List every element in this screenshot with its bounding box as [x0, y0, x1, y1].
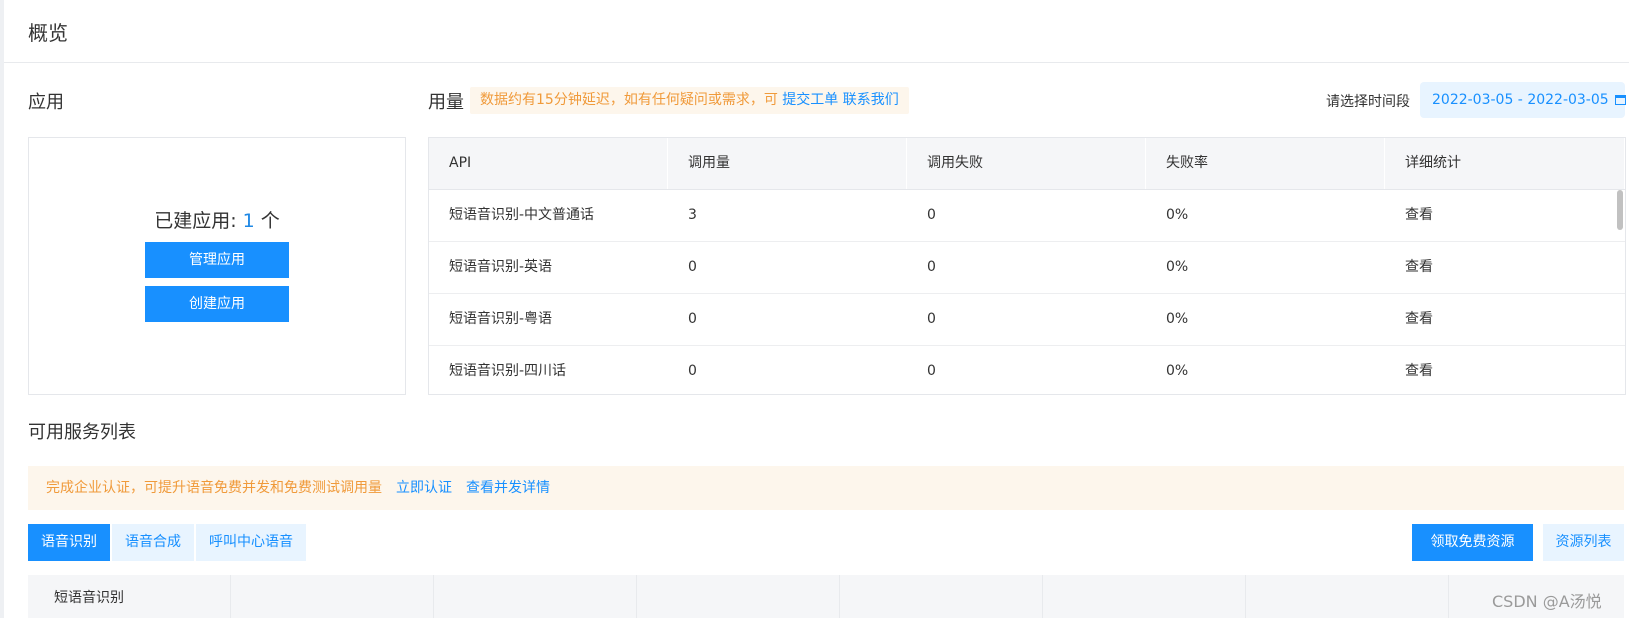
- certification-warning-text: 完成企业认证，可提升语音免费并发和免费测试调用量: [46, 480, 382, 496]
- tab-speech-recognition[interactable]: 语音识别: [28, 524, 110, 561]
- cell-failed: 0: [927, 207, 936, 223]
- col-header-detail: 详细统计: [1385, 138, 1625, 189]
- col-header-api: API: [429, 138, 668, 189]
- cell-api: 短语音识别-中文普通话: [449, 207, 595, 223]
- cell-api: 短语音识别-粤语: [449, 311, 553, 327]
- left-edge: [0, 0, 4, 618]
- cell-failed: 0: [927, 363, 936, 379]
- submit-ticket-link[interactable]: 提交工单: [782, 92, 838, 108]
- service-table-cell: [231, 575, 434, 618]
- date-range-picker[interactable]: 2022-03-05 - 2022-03-05: [1420, 82, 1626, 118]
- cell-fail-rate: 0%: [1166, 259, 1189, 275]
- view-detail-link[interactable]: 查看: [1385, 346, 1625, 394]
- usage-table: API 调用量 调用失败 失败率 详细统计 短语音识别-中文普通话 3 0 0%…: [428, 137, 1626, 395]
- cell-api: 短语音识别-四川话: [449, 363, 567, 379]
- view-detail-link[interactable]: 查看: [1385, 294, 1625, 345]
- tab-speech-synthesis[interactable]: 语音合成: [112, 524, 194, 561]
- app-count-number: 1: [242, 210, 255, 232]
- view-detail-link[interactable]: 查看: [1385, 242, 1625, 293]
- cell-calls: 0: [688, 363, 697, 379]
- get-free-resources-button[interactable]: 领取免费资源: [1412, 524, 1533, 561]
- service-table-cell: 短语音识别: [28, 575, 231, 618]
- table-row: 短语音识别-中文普通话 3 0 0% 查看: [429, 190, 1625, 242]
- certify-now-link[interactable]: 立即认证: [396, 480, 452, 496]
- calendar-icon: [1614, 95, 1626, 105]
- table-row: 短语音识别-四川话 0 0 0% 查看: [429, 346, 1625, 394]
- cell-calls: 0: [688, 311, 697, 327]
- usage-section-title: 用量: [428, 92, 464, 113]
- services-section-title: 可用服务列表: [28, 422, 136, 443]
- table-scrollbar[interactable]: [1617, 190, 1623, 230]
- date-range-label: 请选择时间段: [1326, 94, 1410, 110]
- usage-table-header: API 调用量 调用失败 失败率 详细统计: [429, 138, 1625, 190]
- cell-fail-rate: 0%: [1166, 311, 1189, 327]
- service-table-cell: [1043, 575, 1246, 618]
- cell-calls: 3: [688, 207, 697, 223]
- certification-warning: 完成企业认证，可提升语音免费并发和免费测试调用量 立即认证 查看并发详情: [28, 466, 1624, 510]
- table-row: 短语音识别-粤语 0 0 0% 查看: [429, 294, 1625, 346]
- resource-list-button[interactable]: 资源列表: [1543, 524, 1624, 561]
- create-app-button[interactable]: 创建应用: [145, 286, 289, 322]
- concurrency-details-link[interactable]: 查看并发详情: [466, 480, 550, 496]
- cell-fail-rate: 0%: [1166, 207, 1189, 223]
- col-header-failed: 调用失败: [907, 138, 1146, 189]
- usage-notice: 数据约有15分钟延迟，如有任何疑问或需求，可 提交工单 联系我们: [470, 87, 909, 114]
- cell-calls: 0: [688, 259, 697, 275]
- cell-failed: 0: [927, 311, 936, 327]
- app-count-text: 已建应用: 1 个: [29, 206, 405, 233]
- service-table-header: 短语音识别: [28, 575, 1624, 618]
- service-tabs: 语音识别 语音合成 呼叫中心语音: [28, 524, 308, 561]
- service-table-cell: [1246, 575, 1449, 618]
- app-count-label: 已建应用:: [154, 210, 243, 232]
- page-header: 概览: [4, 0, 1629, 63]
- service-table-cell: [434, 575, 637, 618]
- cell-fail-rate: 0%: [1166, 363, 1189, 379]
- apps-section-title: 应用: [28, 92, 64, 113]
- tab-call-center-speech[interactable]: 呼叫中心语音: [196, 524, 306, 561]
- apps-panel: 已建应用: 1 个 管理应用 创建应用: [28, 137, 406, 395]
- manage-apps-button[interactable]: 管理应用: [145, 242, 289, 278]
- cell-api: 短语音识别-英语: [449, 259, 553, 275]
- date-range-value: 2022-03-05 - 2022-03-05: [1432, 92, 1609, 108]
- table-row: 短语音识别-英语 0 0 0% 查看: [429, 242, 1625, 294]
- usage-notice-text: 数据约有15分钟延迟，如有任何疑问或需求，可: [480, 92, 783, 108]
- view-detail-link[interactable]: 查看: [1385, 190, 1625, 241]
- contact-us-link[interactable]: 联系我们: [843, 92, 899, 108]
- service-table-cell: [637, 575, 840, 618]
- app-count-unit: 个: [254, 210, 280, 232]
- col-header-fail-rate: 失败率: [1146, 138, 1385, 189]
- page-title: 概览: [28, 21, 68, 45]
- watermark: CSDN @A汤悦: [1492, 592, 1602, 611]
- cell-failed: 0: [927, 259, 936, 275]
- service-table-cell: [840, 575, 1043, 618]
- col-header-calls: 调用量: [668, 138, 907, 189]
